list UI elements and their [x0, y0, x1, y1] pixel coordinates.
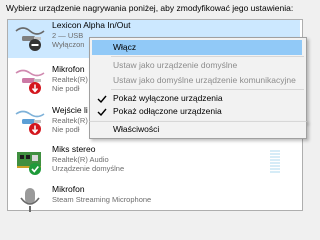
menu-separator [111, 56, 304, 57]
menu-item-enable[interactable]: Włącz [92, 40, 302, 55]
audio-jack-icon [15, 27, 45, 51]
menu-item-set-default-communication[interactable]: Ustaw jako domyślne urządzenie komunikac… [92, 73, 302, 88]
device-name: Wejście li [52, 105, 88, 115]
sound-card-icon [17, 152, 41, 175]
device-driver: Realtek(R) [52, 74, 88, 84]
menu-separator [111, 89, 304, 90]
device-driver: Realtek(R) Audio [52, 154, 109, 164]
device-name: Lexicon Alpha In/Out [52, 20, 131, 30]
context-menu-footer: Właściwości [89, 121, 307, 139]
menu-item-show-disconnected[interactable]: Pokaż odłączone urządzenia [92, 104, 302, 119]
context-menu: Włącz Ustaw jako urządzenie domyślne Ust… [89, 37, 307, 123]
device-driver: Steam Streaming Microphone [52, 194, 152, 204]
device-driver: Realtek(R) [52, 115, 88, 125]
instruction-text: Wybierz urządzenie nagrywania poniżej, a… [6, 3, 294, 13]
device-row-stereo-mix[interactable]: Miks stereo Realtek(R) Audio Urządzenie … [8, 144, 300, 182]
device-status: Nie podł [52, 84, 80, 93]
menu-item-set-default[interactable]: Ustaw jako urządzenie domyślne [92, 58, 302, 73]
audio-jack-icon [15, 69, 45, 94]
microphone-icon [20, 188, 40, 212]
device-row-steam-microphone[interactable]: Mikrofon Steam Streaming Microphone [8, 184, 300, 222]
device-status: Nie podł [52, 125, 80, 134]
menu-item-properties[interactable]: Właściwości [92, 122, 302, 137]
device-name: Mikrofon [52, 64, 85, 74]
device-name: Miks stereo [52, 144, 96, 154]
audio-jack-icon [15, 110, 45, 135]
level-meter [270, 150, 280, 176]
menu-item-label: Pokaż odłączone urządzenia [113, 106, 222, 116]
device-status: Urządzenie domyślne [52, 164, 125, 173]
device-name: Mikrofon [52, 184, 85, 194]
